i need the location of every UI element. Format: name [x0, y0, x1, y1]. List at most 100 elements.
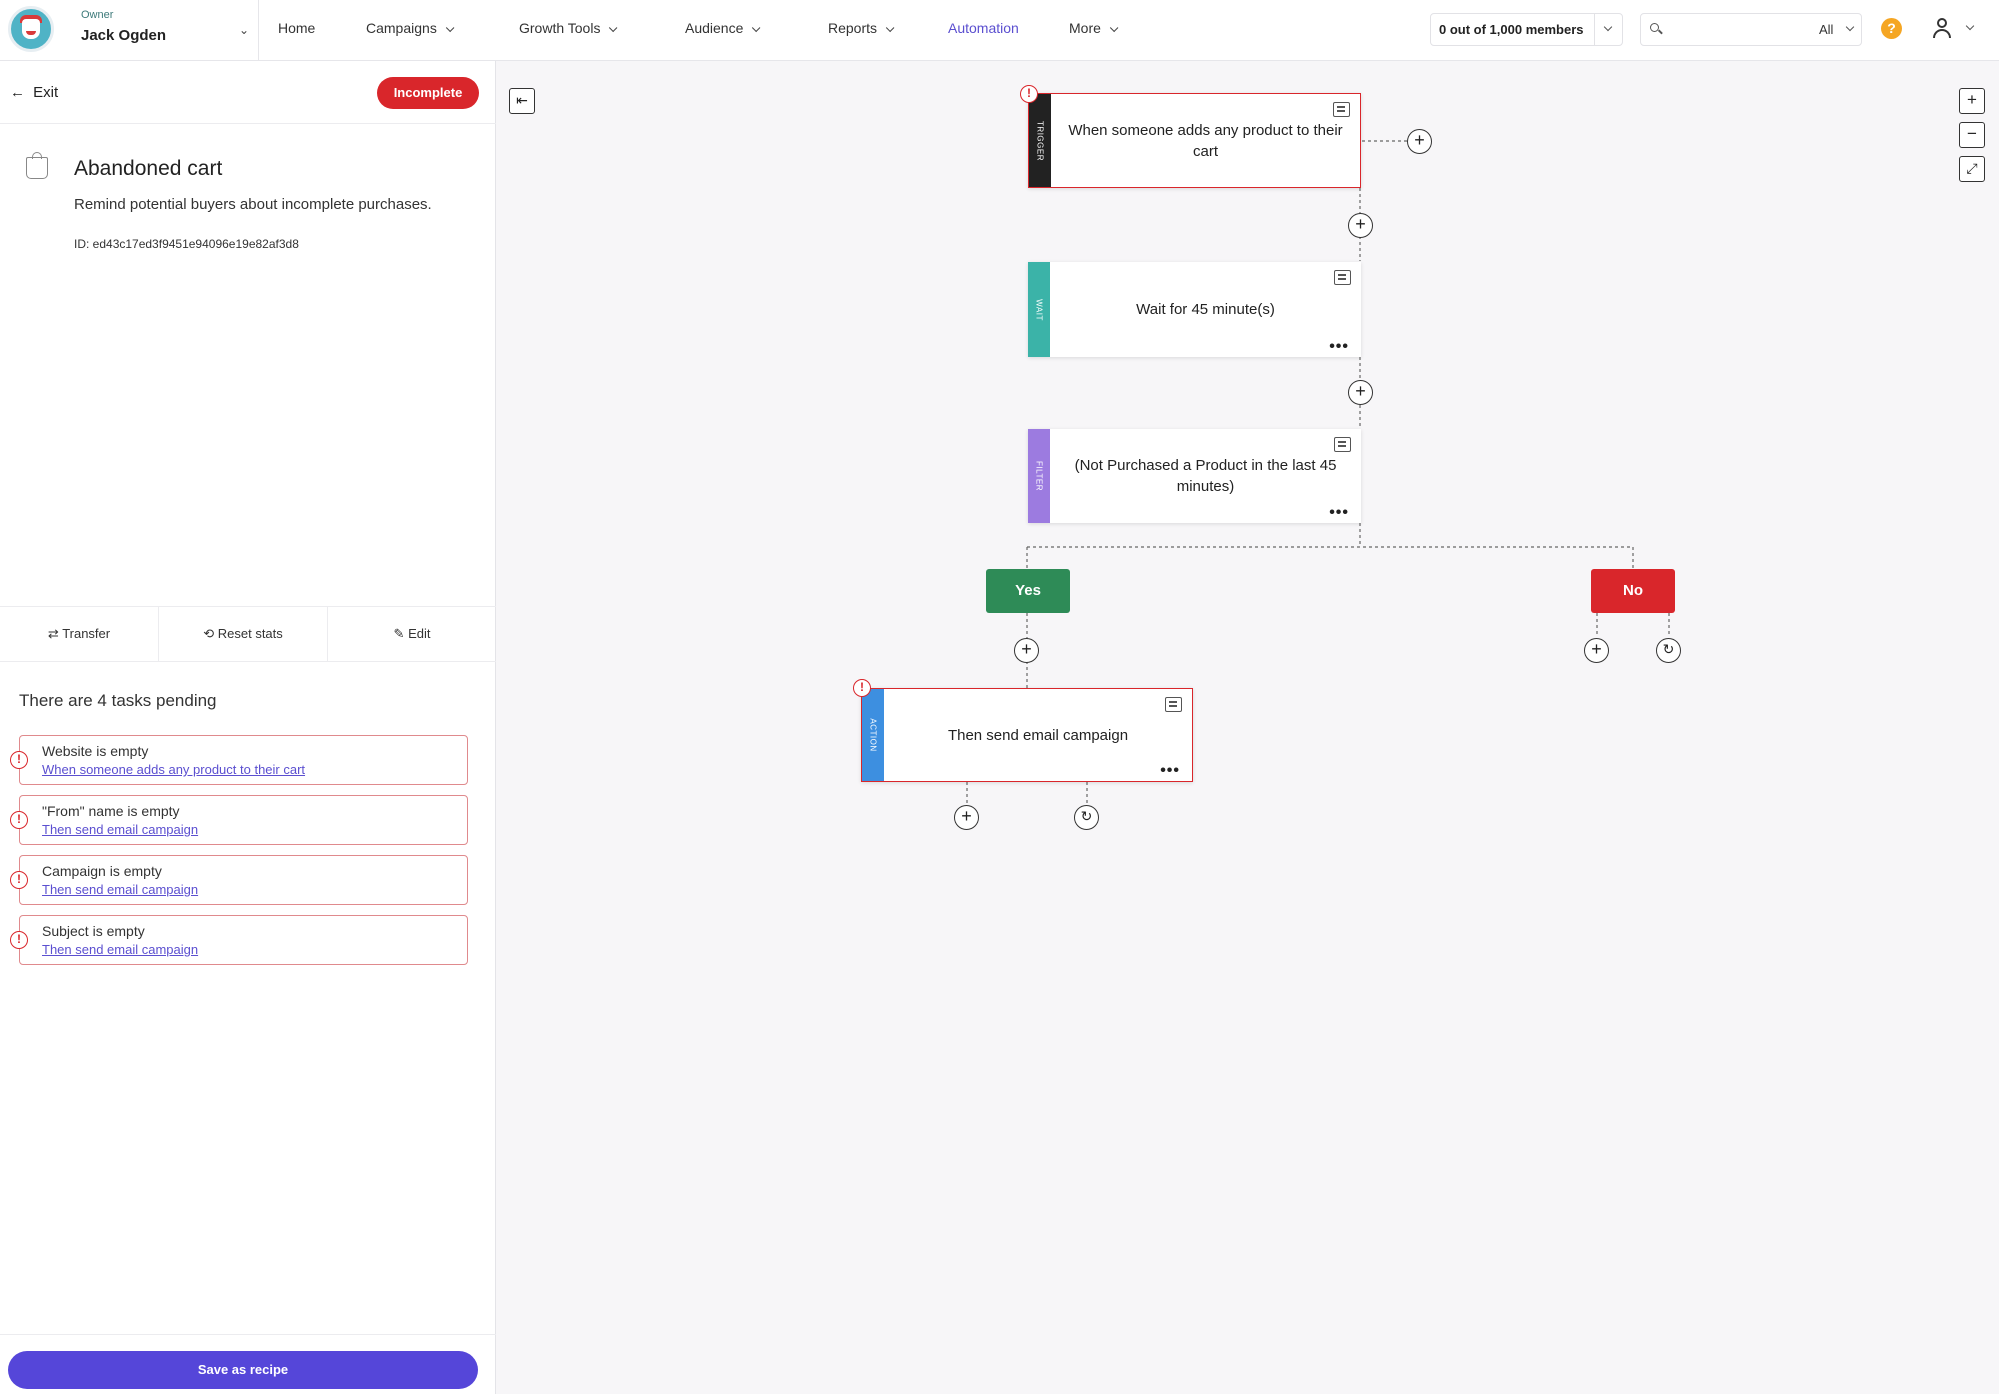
- edit-button[interactable]: ✎ Edit: [327, 607, 496, 661]
- collapse-sidebar-icon[interactable]: ⇤: [509, 88, 535, 114]
- more-options-icon[interactable]: •••: [1160, 763, 1180, 779]
- owner-switcher[interactable]: Owner Jack Ogden ⌄: [81, 9, 261, 53]
- sidebar-actions: ⇄ Transfer ⟲ Reset stats ✎ Edit: [0, 606, 496, 662]
- node-text: When someone adds any product to their c…: [1068, 121, 1343, 160]
- members-usage[interactable]: 0 out of 1,000 members: [1430, 13, 1623, 46]
- chevron-down-icon: [1109, 23, 1119, 33]
- note-icon[interactable]: [1334, 270, 1351, 285]
- trigger-node[interactable]: TRIGGER When someone adds any product to…: [1028, 93, 1361, 188]
- add-step-button[interactable]: +: [1348, 213, 1373, 238]
- divider: [0, 1334, 496, 1335]
- task-issue: Campaign is empty: [42, 863, 162, 879]
- top-navigation-bar: Owner Jack Ogden ⌄ Home Campaigns Growth…: [0, 0, 1999, 61]
- arrow-left-icon: ←: [10, 84, 25, 101]
- nav-home[interactable]: Home: [278, 20, 315, 36]
- node-text: Then send email campaign: [947, 726, 1129, 744]
- warning-icon: !: [853, 679, 871, 697]
- task-item: Subject is empty Then send email campaig…: [19, 915, 468, 965]
- warning-icon: !: [10, 751, 28, 769]
- automation-title: Abandoned cart: [74, 157, 223, 180]
- shopping-bag-icon: [26, 152, 48, 179]
- node-text: (Not Purchased a Product in the last 45 …: [1074, 457, 1337, 495]
- nav-automation[interactable]: Automation: [948, 20, 1019, 36]
- user-icon: [1937, 18, 1947, 28]
- action-node[interactable]: ACTION Then send email campaign •••: [861, 688, 1193, 782]
- add-step-button[interactable]: +: [1407, 129, 1432, 154]
- divider: [0, 123, 496, 124]
- task-link[interactable]: Then send email campaign: [42, 882, 198, 897]
- add-step-button[interactable]: +: [1348, 380, 1373, 405]
- automation-id: ID: ed43c17ed3f9451e94096e19e82af3d8: [74, 237, 299, 251]
- pending-tasks-title: There are 4 tasks pending: [19, 691, 217, 710]
- automation-description: Remind potential buyers about incomplete…: [74, 196, 432, 213]
- no-branch[interactable]: No: [1591, 569, 1675, 613]
- zoom-in-button[interactable]: +: [1959, 88, 1985, 114]
- pencil-icon: ✎: [393, 626, 405, 641]
- chevron-down-icon: [885, 23, 895, 33]
- node-type-strip: WAIT: [1028, 262, 1050, 357]
- search-icon: [1650, 23, 1659, 32]
- zoom-out-button[interactable]: −: [1959, 122, 1985, 148]
- chevron-down-icon: [445, 23, 455, 33]
- warning-icon: !: [10, 811, 28, 829]
- chevron-down-icon: [1845, 22, 1855, 32]
- task-item: "From" name is empty Then send email cam…: [19, 795, 468, 845]
- warning-icon: !: [10, 871, 28, 889]
- help-icon[interactable]: ?: [1881, 18, 1902, 39]
- node-type-strip: ACTION: [862, 689, 884, 781]
- wait-node[interactable]: WAIT Wait for 45 minute(s) •••: [1028, 262, 1361, 357]
- automation-sidebar: ← Exit Incomplete Abandoned cart Remind …: [0, 61, 496, 1394]
- user-menu[interactable]: [1933, 16, 1987, 42]
- task-item: Website is empty When someone adds any p…: [19, 735, 468, 785]
- warning-icon: !: [1020, 85, 1038, 103]
- more-options-icon[interactable]: •••: [1329, 505, 1349, 521]
- app-logo[interactable]: [8, 6, 54, 52]
- note-icon[interactable]: [1334, 437, 1351, 452]
- goto-step-icon[interactable]: ↻: [1074, 805, 1099, 830]
- search-scope-dropdown[interactable]: [1837, 14, 1859, 45]
- task-link[interactable]: When someone adds any product to their c…: [42, 762, 305, 777]
- add-step-button[interactable]: +: [1014, 638, 1039, 663]
- task-link[interactable]: Then send email campaign: [42, 822, 198, 837]
- chevron-down-icon: [609, 23, 618, 33]
- yes-branch[interactable]: Yes: [986, 569, 1070, 613]
- connector-lines: [966, 140, 1670, 805]
- workflow-canvas[interactable]: ⇤ + − ⤢ TRIGGER When someone adds any pr…: [497, 61, 1999, 1394]
- filter-node[interactable]: FILTER (Not Purchased a Product in the l…: [1028, 429, 1361, 523]
- nav-audience[interactable]: Audience: [685, 20, 761, 36]
- more-options-icon[interactable]: •••: [1329, 339, 1349, 355]
- chevron-down-icon: [1965, 21, 1975, 31]
- task-issue: Website is empty: [42, 743, 149, 759]
- search-input[interactable]: All: [1640, 13, 1862, 46]
- task-item: Campaign is empty Then send email campai…: [19, 855, 468, 905]
- task-issue: Subject is empty: [42, 923, 145, 939]
- save-as-recipe-button[interactable]: Save as recipe: [8, 1351, 478, 1389]
- reset-stats-button[interactable]: ⟲ Reset stats: [158, 607, 327, 661]
- add-step-button[interactable]: +: [1584, 638, 1609, 663]
- nav-more[interactable]: More: [1069, 20, 1119, 36]
- members-count: 0 out of 1,000 members: [1439, 22, 1584, 37]
- divider: [258, 0, 259, 61]
- warning-icon: !: [10, 931, 28, 949]
- transfer-button[interactable]: ⇄ Transfer: [0, 607, 158, 661]
- fit-screen-button[interactable]: ⤢: [1959, 156, 1985, 182]
- task-link[interactable]: Then send email campaign: [42, 942, 198, 957]
- search-scope[interactable]: All: [1819, 22, 1833, 37]
- node-type-strip: FILTER: [1028, 429, 1050, 523]
- note-icon[interactable]: [1165, 697, 1182, 712]
- nav-reports[interactable]: Reports: [828, 20, 895, 36]
- nav-growth-tools[interactable]: Growth Tools: [519, 20, 618, 36]
- chevron-down-icon: [752, 23, 761, 33]
- goto-step-icon[interactable]: ↻: [1656, 638, 1681, 663]
- task-issue: "From" name is empty: [42, 803, 180, 819]
- node-text: Wait for 45 minute(s): [1136, 301, 1275, 318]
- add-step-button[interactable]: +: [954, 805, 979, 830]
- exit-label: Exit: [33, 84, 59, 101]
- nav-campaigns[interactable]: Campaigns: [366, 20, 455, 36]
- note-icon[interactable]: [1333, 102, 1350, 117]
- exit-button[interactable]: ← Exit: [10, 84, 58, 101]
- history-icon: ⟲: [203, 626, 215, 641]
- members-dropdown[interactable]: [1594, 14, 1622, 45]
- status-badge: Incomplete: [377, 77, 479, 109]
- transfer-icon: ⇄: [47, 626, 59, 641]
